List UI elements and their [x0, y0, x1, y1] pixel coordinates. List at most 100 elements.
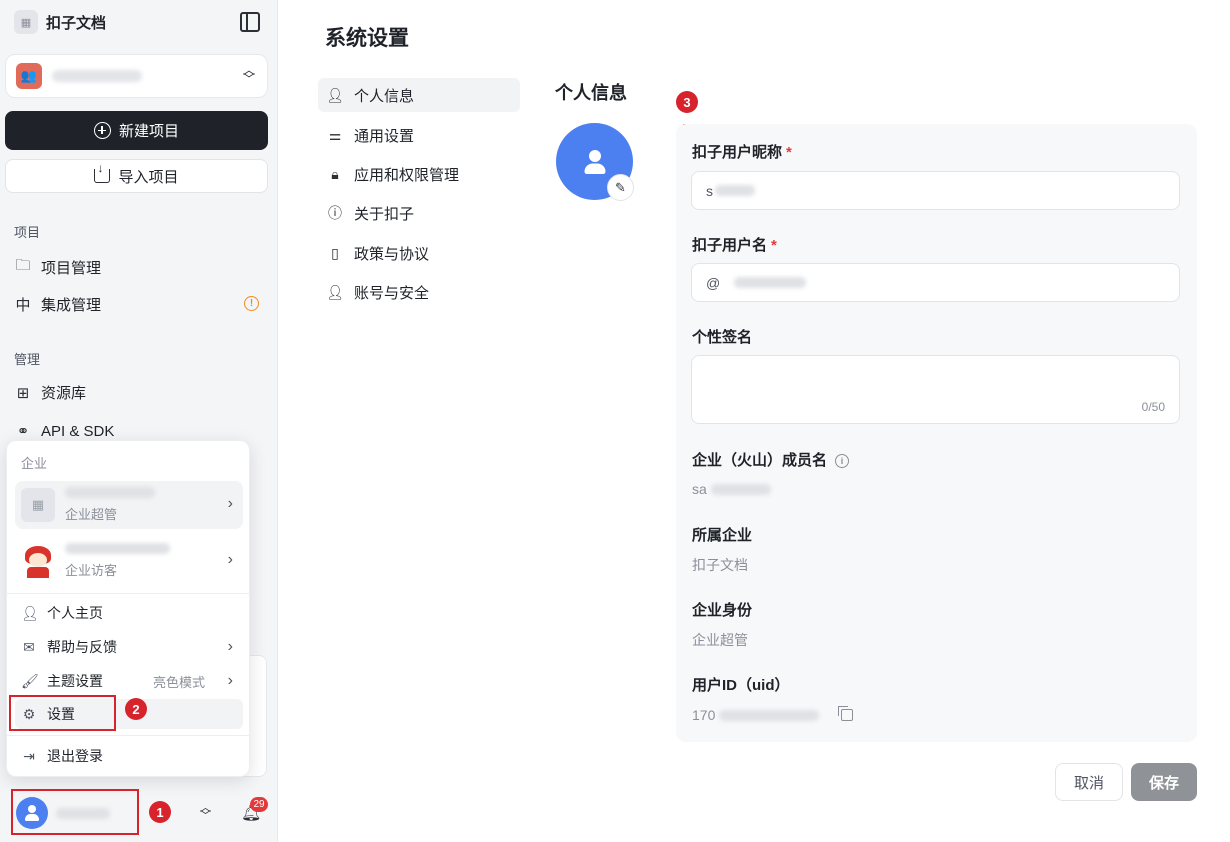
menu-item-label: 个人主页: [47, 605, 103, 621]
org-label: 所属企业: [692, 527, 753, 544]
sidebar-item-label: API & SDK: [41, 422, 115, 440]
info-icon: ⓘ: [328, 205, 342, 221]
username-label: 扣子用户名 *: [692, 234, 777, 255]
member-name-prefix: sa: [692, 481, 707, 497]
member-name-value: sa: [692, 481, 771, 497]
save-button[interactable]: 保存: [1131, 763, 1197, 801]
member-name-redacted: [710, 483, 771, 495]
nickname-label-text: 扣子用户昵称: [692, 144, 783, 161]
workspace-switcher[interactable]: 👥 ︿ ﹀: [5, 54, 268, 98]
annotation-box-2: [9, 695, 116, 731]
settings-tab-label: 政策与协议: [354, 245, 430, 263]
annotation-number-2: 2: [125, 698, 147, 720]
org-text: 企业访客: [65, 543, 170, 579]
settings-tab-about[interactable]: ⓘ 关于扣子: [318, 196, 520, 230]
integration-icon: 中: [15, 297, 31, 314]
sidebar-item-api-sdk[interactable]: ⚭ API & SDK: [14, 422, 115, 441]
menu-item-help[interactable]: ✉ 帮助与反馈 ›: [15, 632, 243, 662]
person-outline-icon: 👤︎: [326, 86, 344, 103]
org-name-redacted: [65, 487, 155, 498]
notification-badge: 29: [250, 797, 268, 812]
info-icon[interactable]: i: [835, 454, 850, 469]
api-nodes-icon: ⚭: [16, 423, 30, 440]
settings-tab-app-permissions[interactable]: 🔒︎ 应用和权限管理: [318, 157, 520, 191]
logout-icon: ⇥: [23, 747, 35, 764]
sidebar-item-resource-lib[interactable]: ⊞ 资源库: [14, 382, 86, 403]
nickname-value-prefix: s: [706, 182, 713, 199]
divider: [7, 593, 249, 594]
settings-tab-label: 个人信息: [354, 87, 415, 105]
settings-tab-policy[interactable]: ▯ 政策与协议: [318, 236, 520, 270]
signature-label: 个性签名: [692, 329, 753, 346]
grid-icon: ⊞: [16, 384, 30, 402]
username-label-text: 扣子用户名: [692, 237, 768, 254]
chevron-updown-icon: ︿ ﹀: [242, 63, 255, 86]
import-project-button[interactable]: 导入项目: [5, 159, 268, 193]
menu-item-theme[interactable]: 🖌︎ 主题设置 亮色模式 ›: [15, 666, 243, 696]
settings-tab-label: 应用和权限管理: [354, 166, 460, 184]
member-name-label: 企业（火山）成员名 i: [692, 449, 850, 470]
edit-pencil-icon[interactable]: ✎: [607, 174, 634, 201]
at-prefix: @: [706, 274, 721, 291]
menu-item-label: 主题设置: [47, 673, 103, 689]
uid-prefix: 170: [692, 707, 716, 723]
username-input[interactable]: @: [691, 263, 1180, 302]
profile-form-panel: [676, 124, 1197, 742]
cancel-button[interactable]: 取消: [1055, 763, 1123, 801]
nickname-input[interactable]: s: [691, 171, 1180, 210]
sidebar-item-label: 集成管理: [41, 297, 102, 314]
user-gear-icon: 👤︎: [326, 283, 344, 300]
sidebar-item-label: 资源库: [41, 385, 87, 402]
copy-icon[interactable]: [838, 706, 854, 721]
signature-textarea[interactable]: 0/50: [691, 355, 1180, 424]
sidebar-item-integration-mgmt[interactable]: 中 集成管理: [14, 294, 101, 315]
divider: [7, 735, 249, 736]
settings-tab-account-security[interactable]: 👤︎ 账号与安全: [318, 275, 520, 309]
brand-logo-icon: ▦: [14, 10, 38, 34]
org-item[interactable]: 企业访客 ›: [15, 537, 243, 585]
org-role: 企业访客: [65, 563, 118, 578]
section-title: 个人信息: [555, 83, 627, 103]
menu-item-label: 帮助与反馈: [47, 639, 117, 655]
settings-tab-label: 账号与安全: [354, 284, 430, 302]
uid-redacted: [719, 709, 820, 721]
menu-item-profile[interactable]: 👤︎ 个人主页: [15, 598, 243, 628]
nickname-value-redacted: [715, 185, 755, 196]
brand-name: 扣子文档: [46, 14, 107, 32]
identity-value: 企业超管: [692, 632, 748, 648]
brand[interactable]: ▦ 扣子文档: [14, 10, 106, 34]
mascot-avatar-icon: [21, 544, 55, 578]
org-role: 企业超管: [65, 507, 118, 522]
nickname-label: 扣子用户昵称 *: [692, 141, 792, 162]
org-item[interactable]: ▦ 企业超管 ›: [15, 481, 243, 529]
org-name-redacted: [65, 543, 170, 554]
annotation-box-1: [11, 789, 139, 835]
chevron-right-icon: ›: [227, 551, 233, 568]
settings-tab-label: 关于扣子: [354, 205, 415, 223]
settings-tab-personal-info[interactable]: 👤︎ 个人信息: [318, 78, 520, 112]
person-outline-icon: 👤︎: [21, 604, 39, 621]
plus-circle-icon: [93, 122, 111, 139]
new-project-label: 新建项目: [118, 123, 179, 140]
workspace-name-redacted: [52, 70, 142, 82]
new-project-button[interactable]: 新建项目: [5, 111, 268, 150]
popup-section-label: 企业: [21, 456, 48, 471]
lock-icon: 🔒︎: [331, 165, 339, 182]
warning-icon: !: [244, 296, 259, 311]
menu-item-logout[interactable]: ⇥ 退出登录: [15, 741, 243, 771]
signature-counter: 0/50: [1141, 400, 1165, 414]
uid-value: 170: [692, 706, 854, 723]
settings-tab-general[interactable]: ⚌ 通用设置: [318, 118, 520, 152]
username-value-redacted: [734, 277, 807, 288]
folder-icon: 🗀: [15, 257, 31, 274]
sidebar-collapse-icon[interactable]: [240, 12, 260, 32]
org-text: 企业超管: [65, 487, 155, 523]
mail-icon: ✉: [23, 638, 35, 655]
import-project-label: 导入项目: [118, 168, 179, 186]
chevron-updown-icon[interactable]: ︿ ﹀: [200, 803, 211, 822]
section-label-manage: 管理: [14, 352, 41, 367]
required-mark: *: [786, 144, 792, 161]
sidebar-item-label: 项目管理: [41, 260, 102, 277]
sidebar-item-project-mgmt[interactable]: 🗀 项目管理: [14, 255, 101, 280]
annotation-number-3: 3: [676, 91, 698, 113]
